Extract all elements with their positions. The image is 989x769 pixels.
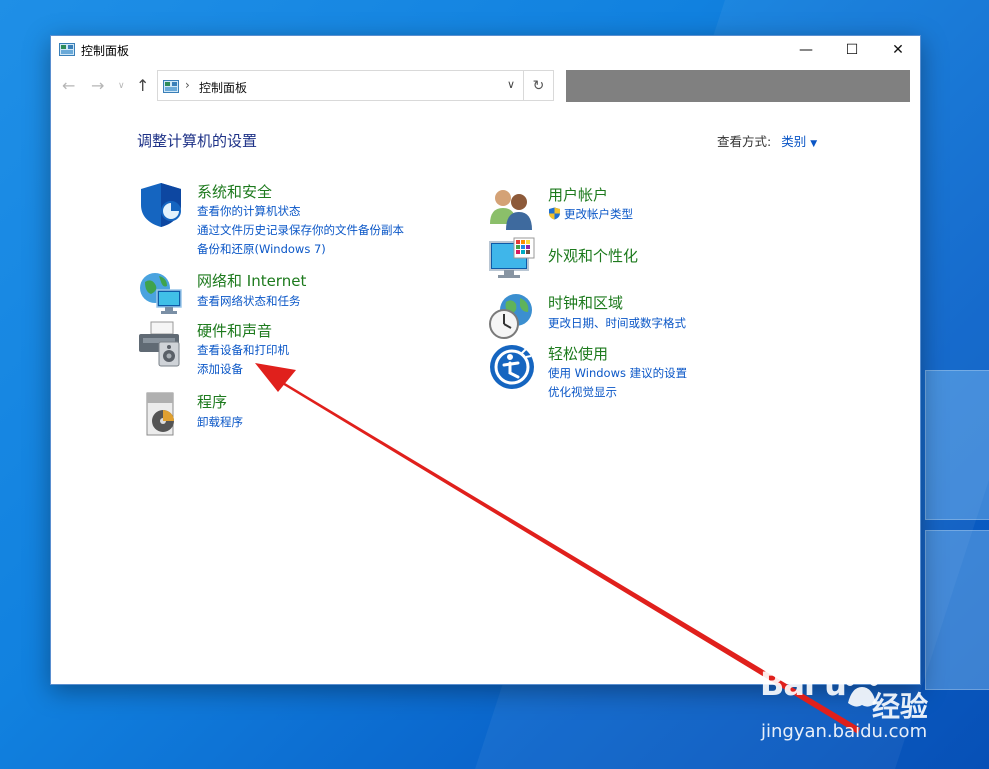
page-title: 调整计算机的设置 xyxy=(137,132,258,150)
category-title[interactable]: 程序 xyxy=(197,391,227,412)
navigation-bar: ← → ∨ ↑ › 控制面板 ∨ ↻ xyxy=(51,70,920,102)
category-network-internet: 网络和 Internet 查看网络状态和任务 xyxy=(137,270,437,320)
baidu-watermark: Bai u 经验 jingyan.baidu.com xyxy=(760,665,928,742)
view-by-control: 查看方式: 类别 ▼ xyxy=(717,131,817,150)
control-panel-icon xyxy=(163,80,179,93)
link-label[interactable]: 更改帐户类型 xyxy=(564,207,633,221)
link-change-date-time-format[interactable]: 更改日期、时间或数字格式 xyxy=(548,315,686,331)
category-hardware-sound: 硬件和声音 查看设备和打印机 添加设备 xyxy=(137,320,437,380)
category-title[interactable]: 时钟和区域 xyxy=(548,292,623,313)
address-bar[interactable]: › 控制面板 ∨ xyxy=(157,70,524,101)
back-button[interactable]: ← xyxy=(62,76,75,95)
programs-disc-icon xyxy=(146,392,174,436)
link-view-computer-status[interactable]: 查看你的计算机状态 xyxy=(197,203,301,219)
link-add-device[interactable]: 添加设备 xyxy=(197,361,243,377)
breadcrumb-control-panel[interactable]: 控制面板 xyxy=(199,79,247,96)
category-ease-of-access: 轻松使用 使用 Windows 建议的设置 优化视觉显示 xyxy=(488,343,808,403)
windows-logo-decoration xyxy=(925,370,989,700)
appearance-monitor-icon xyxy=(489,237,535,278)
watermark-cn: 经验 xyxy=(872,690,929,723)
breadcrumb-separator: › xyxy=(185,78,190,92)
close-button[interactable]: ✕ xyxy=(875,36,921,64)
control-panel-icon xyxy=(59,43,75,56)
link-view-network-status[interactable]: 查看网络状态和任务 xyxy=(197,293,301,309)
title-bar: 控制面板 — ☐ ✕ xyxy=(51,36,920,64)
uac-shield-icon xyxy=(549,207,560,220)
category-title[interactable]: 网络和 Internet xyxy=(197,270,306,291)
network-globe-icon xyxy=(140,273,182,314)
watermark-url: jingyan.baidu.com xyxy=(761,721,928,742)
recent-locations-button[interactable]: ∨ xyxy=(118,81,125,91)
minimize-button[interactable]: — xyxy=(783,36,829,64)
clock-globe-icon xyxy=(489,294,532,339)
link-devices-printers[interactable]: 查看设备和打印机 xyxy=(197,342,289,358)
link-change-account-type[interactable]: 更改帐户类型 xyxy=(548,206,633,222)
forward-button[interactable]: → xyxy=(91,76,104,95)
category-title[interactable]: 外观和个性化 xyxy=(548,245,638,266)
link-optimize-visual-display[interactable]: 优化视觉显示 xyxy=(548,384,617,400)
up-button[interactable]: ↑ xyxy=(136,76,149,95)
users-icon xyxy=(490,190,532,230)
link-uninstall-program[interactable]: 卸载程序 xyxy=(197,414,243,430)
link-windows-recommended-settings[interactable]: 使用 Windows 建议的设置 xyxy=(548,365,687,381)
view-by-dropdown[interactable]: 类别 xyxy=(781,134,806,149)
category-system-security: 系统和安全 查看你的计算机状态 通过文件历史记录保存你的文件备份副本 备份和还原… xyxy=(137,181,437,256)
view-by-label: 查看方式: xyxy=(717,134,772,149)
search-input-redacted[interactable] xyxy=(566,70,910,102)
link-backup-restore[interactable]: 备份和还原(Windows 7) xyxy=(197,241,326,257)
maximize-button[interactable]: ☐ xyxy=(829,36,875,64)
link-file-history-backup[interactable]: 通过文件历史记录保存你的文件备份副本 xyxy=(197,222,404,238)
category-clock-region: 时钟和区域 更改日期、时间或数字格式 xyxy=(488,292,808,342)
control-panel-window: 控制面板 — ☐ ✕ ← → ∨ ↑ › 控制面板 ∨ ↻ 调整计算机的设置 查… xyxy=(50,35,921,685)
dropdown-caret-icon[interactable]: ▼ xyxy=(810,139,817,149)
category-title[interactable]: 系统和安全 xyxy=(197,181,272,202)
category-title[interactable]: 用户帐户 xyxy=(548,184,608,205)
ease-of-access-icon xyxy=(490,345,534,389)
category-user-accounts: 用户帐户 更改帐户类型 xyxy=(488,184,808,230)
refresh-button[interactable]: ↻ xyxy=(524,70,554,101)
window-title: 控制面板 xyxy=(81,44,130,58)
category-appearance-personalization: 外观和个性化 xyxy=(488,236,808,286)
watermark-brand: Bai u xyxy=(760,665,847,703)
category-title[interactable]: 轻松使用 xyxy=(548,343,608,364)
category-title[interactable]: 硬件和声音 xyxy=(197,320,272,341)
address-dropdown-button[interactable]: ∨ xyxy=(507,78,515,91)
printer-speaker-icon xyxy=(139,321,180,367)
security-shield-icon xyxy=(141,183,181,227)
category-programs: 程序 卸载程序 xyxy=(137,391,437,441)
